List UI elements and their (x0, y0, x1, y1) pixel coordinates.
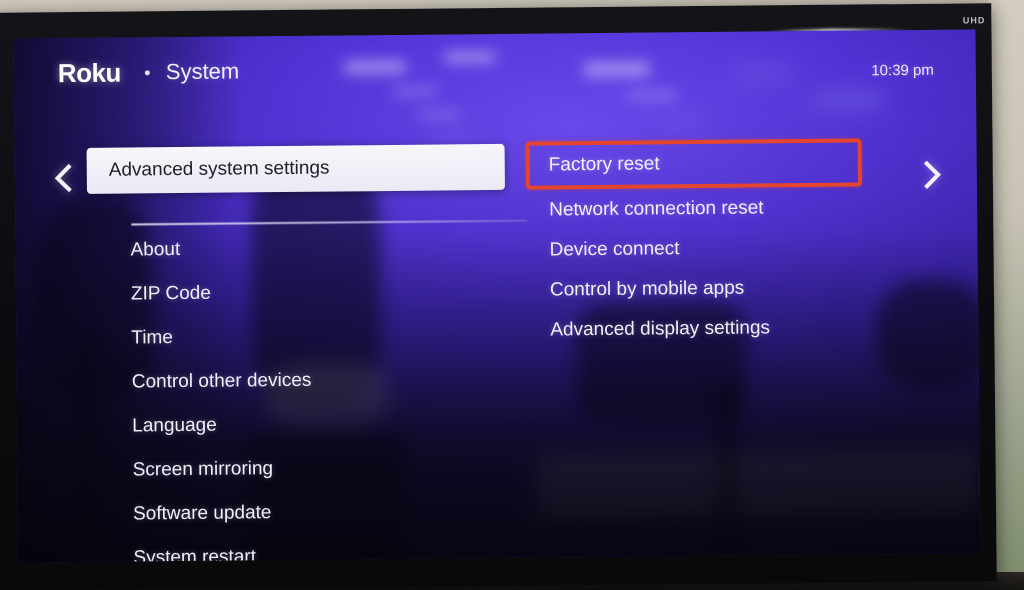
status-clock: 10:39 pm (871, 61, 934, 80)
tv-bezel: UHD Roku System 10:39 pm Advanced system… (0, 3, 997, 590)
dot-separator-icon (144, 70, 150, 76)
photo-scene: UHD Roku System 10:39 pm Advanced system… (0, 0, 1024, 590)
menu-item-network-connection-reset[interactable]: Network connection reset (549, 197, 929, 220)
left-menu-column: Advanced system settings About ZIP Code … (86, 143, 528, 563)
page-title: System (165, 58, 240, 85)
selection-underline (131, 219, 528, 226)
focused-item-label: Factory reset (548, 153, 660, 176)
menu-item-factory-reset[interactable]: Factory reset (525, 138, 862, 190)
menu-item-control-by-mobile-apps[interactable]: Control by mobile apps (550, 277, 930, 301)
menu-item-device-connect[interactable]: Device connect (549, 237, 929, 260)
roku-ui: Roku System 10:39 pm Advanced system set… (13, 29, 980, 563)
sidebar-item-advanced-system-settings[interactable]: Advanced system settings (86, 143, 505, 194)
roku-logo: Roku (57, 57, 121, 89)
sidebar-item-about[interactable]: About (130, 237, 530, 260)
sidebar-item-screen-mirroring[interactable]: Screen mirroring (133, 457, 533, 480)
sidebar-item-software-update[interactable]: Software update (133, 501, 533, 524)
sidebar-item-system-restart[interactable]: System restart (133, 545, 533, 562)
right-menu-column: Factory reset Network connection reset D… (525, 138, 927, 340)
sidebar-item-control-other-devices[interactable]: Control other devices (132, 369, 532, 393)
sidebar-item-time[interactable]: Time (131, 325, 531, 348)
tv-screen: Roku System 10:39 pm Advanced system set… (13, 29, 981, 563)
sidebar-item-language[interactable]: Language (132, 413, 532, 437)
right-menu-list: Network connection reset Device connect … (549, 197, 931, 361)
sidebar-item-zip-code[interactable]: ZIP Code (131, 281, 531, 305)
menu-item-advanced-display-settings[interactable]: Advanced display settings (550, 317, 930, 340)
chevron-left-icon[interactable] (54, 163, 83, 193)
app-header: Roku System 10:39 pm (13, 29, 976, 108)
uhd-badge: UHD (962, 15, 986, 26)
selected-item-label: Advanced system settings (108, 157, 330, 181)
left-menu-list: About ZIP Code Time Control other device… (130, 237, 533, 563)
